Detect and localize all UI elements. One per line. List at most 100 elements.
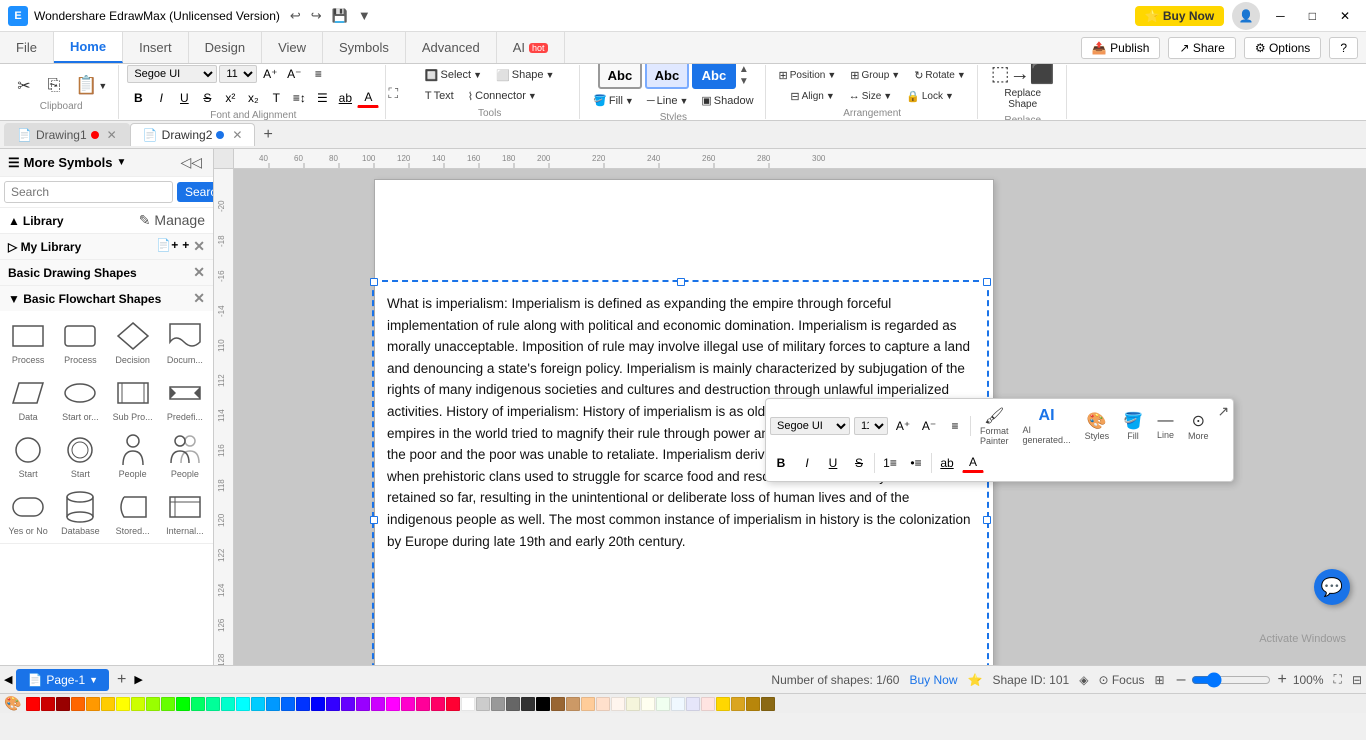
shape-subprocess[interactable]: Sub Pro... xyxy=(109,372,157,425)
assistant-bubble[interactable]: 💬 xyxy=(1314,569,1350,605)
strikethrough-button[interactable]: S xyxy=(196,88,218,108)
color-swatch[interactable] xyxy=(641,697,655,711)
options-button[interactable]: ⚙ Options xyxy=(1244,37,1321,59)
fill-button[interactable]: 🪣 Fill ▼ xyxy=(588,91,639,110)
style-down-arrow[interactable]: ▼ xyxy=(739,76,749,87)
undo-button[interactable]: ↩ xyxy=(286,6,305,26)
font-size-select[interactable]: 11 xyxy=(219,65,257,83)
color-swatch[interactable] xyxy=(176,697,190,711)
color-swatch[interactable] xyxy=(416,697,430,711)
color-swatch[interactable] xyxy=(26,697,40,711)
font-shrink-button[interactable]: A⁻ xyxy=(283,64,305,84)
library-label[interactable]: ▲ Library xyxy=(8,214,64,228)
color-swatch[interactable] xyxy=(401,697,415,711)
shape-start-2[interactable]: Start xyxy=(56,429,104,482)
zoom-fit-button[interactable]: ⊞ xyxy=(1155,673,1165,687)
canvas[interactable]: What is imperialism: Imperialism is defi… xyxy=(234,169,1366,665)
float-clear-fmt-button[interactable]: ab xyxy=(936,453,958,473)
connector-button[interactable]: ⌇ Connector ▼ xyxy=(463,87,542,106)
publish-button[interactable]: 📤 Publish xyxy=(1081,37,1161,59)
search-button[interactable]: Search xyxy=(177,182,214,202)
underline-button[interactable]: U xyxy=(173,88,195,108)
tab-home[interactable]: Home xyxy=(54,32,123,63)
color-swatch[interactable] xyxy=(596,697,610,711)
list-button[interactable]: ☰ xyxy=(311,88,333,108)
tab-symbols[interactable]: Symbols xyxy=(323,32,406,63)
my-library-new-button[interactable]: 📄+ xyxy=(156,238,178,255)
float-underline-button[interactable]: U xyxy=(822,453,844,473)
group-button[interactable]: ⊞ Group ▼ xyxy=(845,66,905,85)
shape-start-oval[interactable]: Start or... xyxy=(56,372,104,425)
float-list-bullet-button[interactable]: •≡ xyxy=(905,453,927,473)
zoom-out-button[interactable]: – xyxy=(1175,671,1188,689)
shape-internal[interactable]: Internal... xyxy=(161,486,209,539)
font-expand-button[interactable]: ⛶ xyxy=(388,85,398,102)
color-swatch[interactable] xyxy=(191,697,205,711)
doc-tab-drawing1[interactable]: 📄 Drawing1 ✕ xyxy=(4,123,130,146)
shape-document[interactable]: Docum... xyxy=(161,315,209,368)
page-tab-1[interactable]: 📄 Page-1 ▼ xyxy=(16,669,109,691)
color-swatch[interactable] xyxy=(626,697,640,711)
color-swatch[interactable] xyxy=(341,697,355,711)
focus-button[interactable]: ⊙ Focus xyxy=(1098,673,1144,687)
float-strike-button[interactable]: S xyxy=(848,453,870,473)
shape-database[interactable]: Database xyxy=(56,486,104,539)
style-preview-2[interactable]: Abc xyxy=(645,64,689,89)
color-swatch[interactable] xyxy=(461,697,475,711)
more-button[interactable]: ▼ xyxy=(354,6,375,25)
color-swatch[interactable] xyxy=(281,697,295,711)
line-style-button[interactable]: ─ Line ▼ xyxy=(642,91,694,110)
shadow-button[interactable]: ▣ Shadow xyxy=(696,91,758,110)
color-swatch[interactable] xyxy=(761,697,775,711)
color-swatch[interactable] xyxy=(266,697,280,711)
float-italic-button[interactable]: I xyxy=(796,453,818,473)
size-button[interactable]: ↔ Size ▼ xyxy=(844,87,897,106)
cut-button[interactable]: ✂ xyxy=(10,73,38,99)
float-size-select[interactable]: 11 xyxy=(854,417,888,435)
palette-pick-icon[interactable]: 🎨 xyxy=(4,695,21,712)
panel-collapse-button[interactable]: ◁◁ xyxy=(177,153,205,172)
color-swatch[interactable] xyxy=(356,697,370,711)
color-swatch[interactable] xyxy=(146,697,160,711)
font-grow-button[interactable]: A⁺ xyxy=(259,64,281,84)
library-manage-button[interactable]: ✎ Manage xyxy=(139,212,205,229)
shape-stored-data[interactable]: Stored... xyxy=(109,486,157,539)
float-styles-button[interactable]: 🎨 Styles xyxy=(1080,408,1115,444)
color-swatch[interactable] xyxy=(491,697,505,711)
float-fill-button[interactable]: 🪣 Fill xyxy=(1118,408,1148,444)
position-button[interactable]: ⊞ Position ▼ xyxy=(774,66,842,85)
tab-ai[interactable]: AI hot xyxy=(497,32,565,63)
shape-yes-no[interactable]: Yes or No xyxy=(4,486,52,539)
shape-button[interactable]: ⬜ Shape ▼ xyxy=(491,66,559,85)
color-swatch[interactable] xyxy=(206,697,220,711)
float-font-color-button[interactable]: A xyxy=(962,453,984,473)
color-swatch[interactable] xyxy=(311,697,325,711)
color-swatch[interactable] xyxy=(656,697,670,711)
basic-drawing-shapes-close[interactable]: ✕ xyxy=(193,264,205,281)
color-swatch[interactable] xyxy=(716,697,730,711)
page-nav-prev[interactable]: ◀ xyxy=(4,673,12,686)
color-swatch[interactable] xyxy=(551,697,565,711)
style-preview-3[interactable]: Abc xyxy=(692,64,736,89)
redo-button[interactable]: ↪ xyxy=(307,6,326,26)
zoom-in-button[interactable]: + xyxy=(1275,671,1288,689)
add-page-button[interactable]: + xyxy=(113,671,130,689)
doc-tab-drawing1-close[interactable]: ✕ xyxy=(107,128,117,142)
color-swatch[interactable] xyxy=(611,697,625,711)
tab-design[interactable]: Design xyxy=(189,32,262,63)
color-swatch[interactable] xyxy=(536,697,550,711)
tab-advanced[interactable]: Advanced xyxy=(406,32,497,63)
color-swatch[interactable] xyxy=(101,697,115,711)
buy-now-status[interactable]: Buy Now xyxy=(909,673,957,687)
basic-flowchart-close[interactable]: ✕ xyxy=(193,290,205,307)
my-library-header[interactable]: ▷ My Library 📄+ + ✕ xyxy=(0,234,213,259)
align-button[interactable]: ≡ xyxy=(307,64,329,84)
color-swatch[interactable] xyxy=(236,697,250,711)
shape-data[interactable]: Data xyxy=(4,372,52,425)
widescreen-button[interactable]: ⊟ xyxy=(1352,673,1362,687)
float-list-ordered-button[interactable]: 1≡ xyxy=(879,453,901,473)
tab-view[interactable]: View xyxy=(262,32,323,63)
share-button[interactable]: ↗ Share xyxy=(1168,37,1235,59)
color-swatch[interactable] xyxy=(296,697,310,711)
zoom-slider[interactable] xyxy=(1191,672,1271,688)
